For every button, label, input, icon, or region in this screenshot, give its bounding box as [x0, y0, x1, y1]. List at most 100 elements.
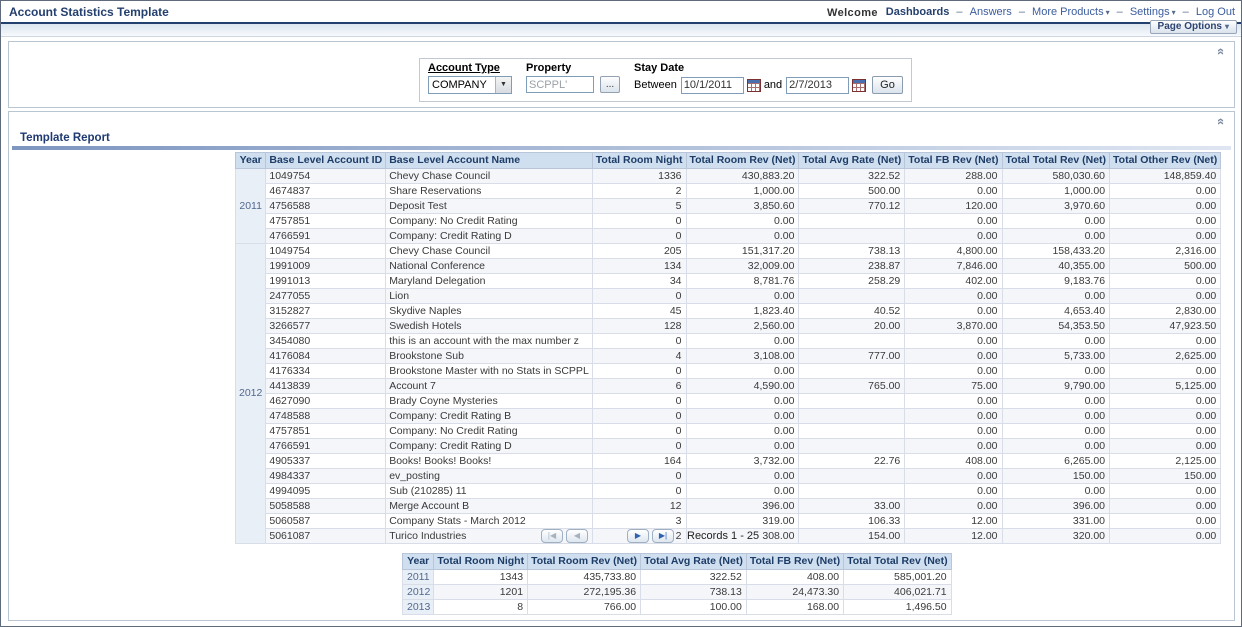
cell-account-id: 4413839 — [266, 379, 386, 394]
cell-value: 2,830.00 — [1110, 304, 1221, 319]
summary-value-cell: 435,733.80 — [528, 570, 641, 585]
cell-value: 0.00 — [1110, 289, 1221, 304]
nav-answers-link[interactable]: Answers — [970, 6, 1012, 18]
cell-account-id: 2477055 — [266, 289, 386, 304]
cell-value: 0.00 — [1110, 334, 1221, 349]
property-browse-button[interactable]: ... — [600, 76, 620, 93]
cell-value: 0.00 — [686, 214, 799, 229]
previous-page-button[interactable]: ◀ — [566, 529, 588, 543]
column-header: Year — [403, 554, 434, 570]
cell-value: 0.00 — [1002, 394, 1110, 409]
cell-value: 0.00 — [686, 409, 799, 424]
table-row: 1991009National Conference13432,009.0023… — [236, 259, 1221, 274]
column-header: Total FB Rev (Net) — [905, 153, 1002, 169]
column-header: Base Level Account ID — [266, 153, 386, 169]
cell-account-id: 4748588 — [266, 409, 386, 424]
cell-value: 106.33 — [799, 514, 905, 529]
table-row: 4994095Sub (210285) 1100.000.000.000.00 — [236, 484, 1221, 499]
cell-value: 0.00 — [1110, 424, 1221, 439]
summary-value-cell: 1343 — [434, 570, 528, 585]
report-panel: « Template Report YearBase Level Account… — [8, 111, 1235, 621]
cell-value — [799, 409, 905, 424]
cell-value: 4 — [592, 349, 686, 364]
cell-value: 320.00 — [1002, 529, 1110, 544]
cell-value: 34 — [592, 274, 686, 289]
between-label: Between — [634, 79, 677, 91]
cell-value: 500.00 — [1110, 259, 1221, 274]
cell-value — [799, 439, 905, 454]
cell-account-name: Company Stats - March 2012 — [386, 514, 593, 529]
last-page-button[interactable]: ▶| — [652, 529, 674, 543]
property-label: Property — [526, 62, 620, 74]
cell-value: 0.00 — [1110, 394, 1221, 409]
cell-account-id: 1049754 — [266, 169, 386, 184]
cell-value: 0 — [592, 229, 686, 244]
dropdown-arrow-icon: ▼ — [495, 77, 511, 93]
table-row: 3152827Skydive Naples451,823.4040.520.00… — [236, 304, 1221, 319]
nav-dashboards-link[interactable]: Dashboards — [886, 6, 950, 18]
cell-value: 0.00 — [1110, 514, 1221, 529]
cell-value: 0 — [592, 214, 686, 229]
cell-value: 12.00 — [905, 514, 1002, 529]
cell-value: 0.00 — [905, 229, 1002, 244]
cell-value: 148,859.40 — [1110, 169, 1221, 184]
cell-value: 20.00 — [799, 319, 905, 334]
column-header: Total Room Rev (Net) — [686, 153, 799, 169]
cell-value: 75.00 — [905, 379, 1002, 394]
nav-separator: – — [1183, 6, 1189, 18]
cell-value: 0.00 — [686, 289, 799, 304]
page-options-button[interactable]: Page Options▾ — [1150, 20, 1237, 34]
cell-value: 3,970.60 — [1002, 199, 1110, 214]
cell-value: 33.00 — [799, 499, 905, 514]
cell-account-name: Brookstone Master with no Stats in SCPPL — [386, 364, 593, 379]
property-input[interactable] — [526, 76, 594, 93]
table-row: 2477055Lion00.000.000.000.00 — [236, 289, 1221, 304]
table-row: 20121049754Chevy Chase Council205151,317… — [236, 244, 1221, 259]
cell-value: 0.00 — [686, 424, 799, 439]
calendar-icon[interactable] — [747, 79, 761, 92]
cell-value: 0.00 — [1002, 289, 1110, 304]
column-header: Total Avg Rate (Net) — [799, 153, 905, 169]
report-table: YearBase Level Account IDBase Level Acco… — [235, 152, 1221, 544]
cell-account-name: Sub (210285) 11 — [386, 484, 593, 499]
calendar-icon[interactable] — [852, 79, 866, 92]
nav-more-products-link[interactable]: More Products▾ — [1032, 6, 1110, 18]
first-page-button[interactable]: |◀ — [541, 529, 563, 543]
summary-value-cell: 408.00 — [746, 570, 843, 585]
cell-account-id: 3266577 — [266, 319, 386, 334]
cell-value: 0.00 — [905, 439, 1002, 454]
cell-account-id: 5061087 — [266, 529, 386, 544]
cell-account-id: 4994095 — [266, 484, 386, 499]
cell-value: 0.00 — [1002, 484, 1110, 499]
cell-account-id: 4176334 — [266, 364, 386, 379]
cell-account-id: 4757851 — [266, 424, 386, 439]
nav-logout-link[interactable]: Log Out — [1196, 6, 1235, 18]
welcome-text: Welcome — [827, 7, 878, 19]
cell-value: 0.00 — [1110, 214, 1221, 229]
go-button[interactable]: Go — [872, 76, 903, 94]
cell-value — [799, 424, 905, 439]
cell-value: 128 — [592, 319, 686, 334]
year-cell: 2012 — [236, 244, 266, 544]
nav-settings-link[interactable]: Settings▾ — [1130, 6, 1176, 18]
cell-value — [799, 229, 905, 244]
account-type-select[interactable]: COMPANY ▼ — [428, 76, 512, 94]
cell-value — [799, 334, 905, 349]
summary-value-cell: 100.00 — [641, 600, 747, 615]
cell-account-name: Company: Credit Rating D — [386, 439, 593, 454]
cell-value: 0.00 — [905, 409, 1002, 424]
stay-date-to-input[interactable] — [786, 77, 849, 94]
cell-account-id: 5058588 — [266, 499, 386, 514]
cell-account-id: 3454080 — [266, 334, 386, 349]
cell-account-name: Company: Credit Rating B — [386, 409, 593, 424]
cell-value: 9,790.00 — [1002, 379, 1110, 394]
next-page-button[interactable]: ▶ — [627, 529, 649, 543]
cell-account-id: 4674837 — [266, 184, 386, 199]
stay-date-from-input[interactable] — [681, 77, 744, 94]
table-row: 4756588Deposit Test53,850.60770.12120.00… — [236, 199, 1221, 214]
cell-value: 2,625.00 — [1110, 349, 1221, 364]
summary-value-cell: 322.52 — [641, 570, 747, 585]
collapse-report-section-icon[interactable]: « — [1215, 115, 1229, 128]
cell-value: 54,353.50 — [1002, 319, 1110, 334]
collapse-filter-section-icon[interactable]: « — [1215, 45, 1229, 58]
